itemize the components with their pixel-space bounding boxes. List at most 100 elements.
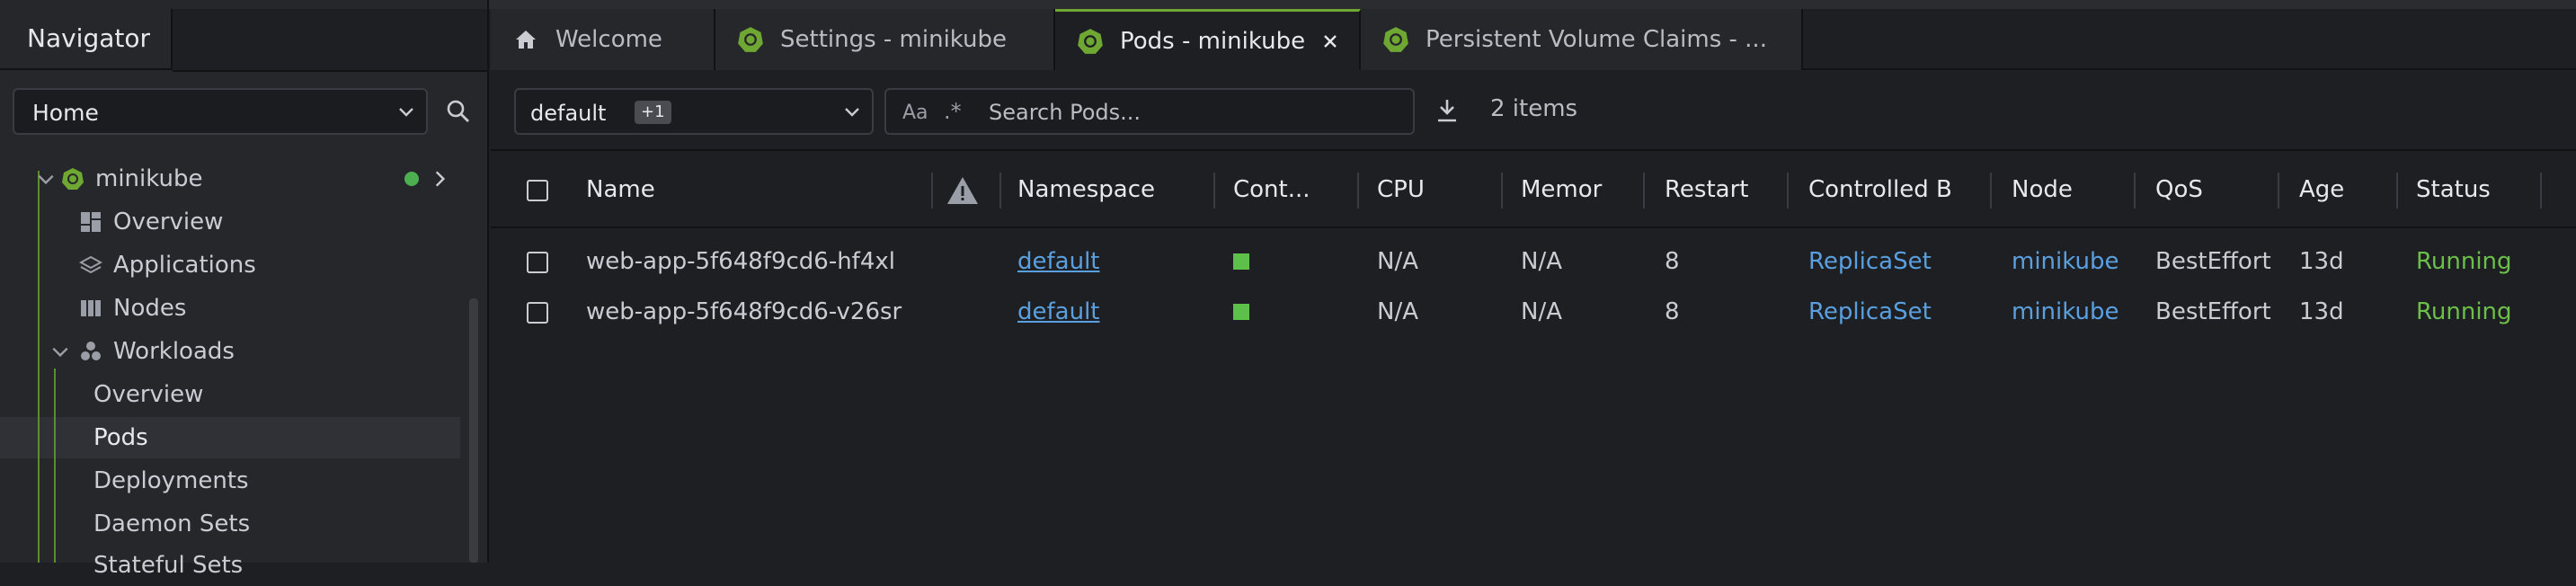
cluster-status-dot bbox=[404, 172, 419, 186]
tree-item-stateful-sets[interactable]: Stateful Sets bbox=[93, 545, 243, 586]
pod-name: web-app-5f648f9cd6-v26sr bbox=[586, 298, 902, 325]
search-input[interactable] bbox=[987, 95, 1404, 129]
chevron-down-icon bbox=[845, 108, 859, 117]
column-header-namespace[interactable]: Namespace bbox=[1017, 176, 1155, 203]
column-header-name[interactable]: Name bbox=[586, 176, 655, 203]
tree-item-daemon-sets[interactable]: Daemon Sets bbox=[93, 503, 250, 545]
tree-item-minikube[interactable]: minikube bbox=[61, 158, 203, 200]
tree-guide-line bbox=[38, 171, 40, 563]
pod-controlled-by-link[interactable]: ReplicaSet bbox=[1808, 298, 1932, 325]
column-header-cpu[interactable]: CPU bbox=[1377, 176, 1425, 203]
column-separator[interactable] bbox=[931, 173, 933, 209]
tree-item-overview[interactable]: Overview bbox=[79, 201, 223, 243]
match-case-toggle[interactable]: Aa bbox=[902, 102, 928, 124]
nodes-icon bbox=[81, 300, 101, 316]
items-count: 2 items bbox=[1490, 95, 1578, 122]
column-separator[interactable] bbox=[1787, 173, 1789, 209]
tree-item-pods[interactable]: Pods bbox=[93, 417, 148, 458]
app-window: Navigator Home minikube Overview Applica… bbox=[0, 0, 2576, 579]
select-all-checkbox[interactable] bbox=[527, 180, 548, 201]
column-separator[interactable] bbox=[999, 173, 1001, 209]
tree-item-nodes[interactable]: Nodes bbox=[79, 288, 186, 329]
pod-node-link[interactable]: minikube bbox=[2012, 248, 2119, 275]
pod-namespace-link[interactable]: default bbox=[1017, 298, 1099, 325]
pods-toolbar: default +1 Aa .* 2 items bbox=[491, 72, 2576, 151]
tab-settings-minikube[interactable]: Settings - minikube bbox=[715, 9, 1055, 70]
namespace-select-value: default bbox=[530, 101, 607, 126]
column-separator[interactable] bbox=[1643, 173, 1645, 209]
sidebar-scrollbar[interactable] bbox=[469, 298, 478, 563]
search-icon[interactable] bbox=[446, 99, 471, 124]
table-row[interactable]: web-app-5f648f9cd6-v26sr default N/A N/A… bbox=[491, 288, 2576, 338]
navigator-header-fill bbox=[173, 9, 487, 72]
close-icon[interactable] bbox=[1321, 32, 1339, 50]
navigator-title: Navigator bbox=[27, 23, 151, 53]
pod-controlled-by-link[interactable]: ReplicaSet bbox=[1808, 248, 1932, 275]
tab-persistent-volume-claims[interactable]: Persistent Volume Claims - ... bbox=[1361, 9, 1803, 70]
column-header-age[interactable]: Age bbox=[2299, 176, 2344, 203]
tree-guide-line-workloads bbox=[54, 368, 56, 563]
column-header-containers[interactable]: Cont... bbox=[1233, 176, 1310, 203]
kubernetes-icon bbox=[1383, 27, 1408, 52]
tree-item-applications[interactable]: Applications bbox=[79, 244, 256, 286]
column-separator[interactable] bbox=[2278, 173, 2279, 209]
table-row[interactable]: web-app-5f648f9cd6-hf4xl default N/A N/A… bbox=[491, 237, 2576, 288]
column-header-memory[interactable]: Memor bbox=[1521, 176, 1602, 203]
home-icon bbox=[516, 31, 536, 49]
column-separator[interactable] bbox=[1990, 173, 1992, 209]
column-separator[interactable] bbox=[2396, 173, 2398, 209]
row-checkbox[interactable] bbox=[527, 252, 548, 273]
tree-item-label: Applications bbox=[113, 252, 256, 279]
pod-namespace-link[interactable]: default bbox=[1017, 248, 1099, 275]
pod-node-link[interactable]: minikube bbox=[2012, 298, 2119, 325]
chevron-right-icon[interactable] bbox=[430, 169, 449, 189]
tree-item-label: Stateful Sets bbox=[93, 552, 244, 579]
chevron-down-icon[interactable] bbox=[50, 342, 70, 361]
tree-item-label: Daemon Sets bbox=[93, 511, 251, 537]
column-header-qos[interactable]: QoS bbox=[2155, 176, 2203, 203]
tab-pods-minikube[interactable]: Pods - minikube bbox=[1055, 9, 1361, 70]
column-separator[interactable] bbox=[2134, 173, 2136, 209]
pod-status: Running bbox=[2416, 298, 2512, 325]
tree-selection-highlight bbox=[0, 417, 460, 458]
download-icon[interactable] bbox=[1435, 97, 1460, 124]
column-separator[interactable] bbox=[2540, 173, 2542, 209]
column-separator[interactable] bbox=[1213, 173, 1215, 209]
tab-label: Settings - minikube bbox=[780, 26, 1008, 53]
pods-search-box: Aa .* bbox=[884, 88, 1415, 135]
column-header-restarts[interactable]: Restart bbox=[1665, 176, 1748, 203]
applications-icon bbox=[79, 255, 102, 274]
navigator-header[interactable]: Navigator bbox=[0, 9, 173, 70]
chevron-down-icon[interactable] bbox=[36, 169, 56, 189]
pod-memory: N/A bbox=[1521, 298, 1562, 325]
row-checkbox[interactable] bbox=[527, 302, 548, 324]
pod-name: web-app-5f648f9cd6-hf4xl bbox=[586, 248, 895, 275]
workloads-icon bbox=[81, 342, 101, 360]
column-separator[interactable] bbox=[1501, 173, 1503, 209]
column-header-node[interactable]: Node bbox=[2012, 176, 2073, 203]
context-select[interactable]: Home bbox=[13, 88, 428, 135]
tree-item-workloads-overview[interactable]: Overview bbox=[93, 374, 203, 415]
container-status-indicator bbox=[1233, 253, 1249, 270]
chevron-down-icon bbox=[399, 108, 413, 117]
kubernetes-icon bbox=[738, 27, 763, 52]
tree-item-label: Pods bbox=[93, 424, 148, 451]
tree-item-deployments[interactable]: Deployments bbox=[93, 460, 249, 502]
pod-age: 13d bbox=[2299, 298, 2344, 325]
tree-item-label: Overview bbox=[93, 381, 204, 408]
tree-item-label: Overview bbox=[113, 209, 224, 235]
kubernetes-icon bbox=[62, 168, 84, 190]
tab-welcome[interactable]: Welcome bbox=[491, 9, 715, 70]
pod-qos: BestEffort bbox=[2155, 298, 2271, 325]
column-header-status[interactable]: Status bbox=[2416, 176, 2491, 203]
kubernetes-icon bbox=[1078, 28, 1103, 54]
column-header-controlled-by[interactable]: Controlled B bbox=[1808, 176, 1952, 203]
tree-item-workloads[interactable]: Workloads bbox=[79, 331, 235, 372]
regex-toggle[interactable]: .* bbox=[944, 99, 962, 124]
pods-table: Name Namespace Cont... CPU Memor Restart… bbox=[491, 153, 2576, 563]
container-status-indicator bbox=[1233, 304, 1249, 320]
column-separator[interactable] bbox=[1357, 173, 1359, 209]
namespace-select[interactable]: default +1 bbox=[514, 88, 874, 135]
warning-icon bbox=[947, 177, 978, 204]
context-select-value: Home bbox=[32, 100, 99, 126]
